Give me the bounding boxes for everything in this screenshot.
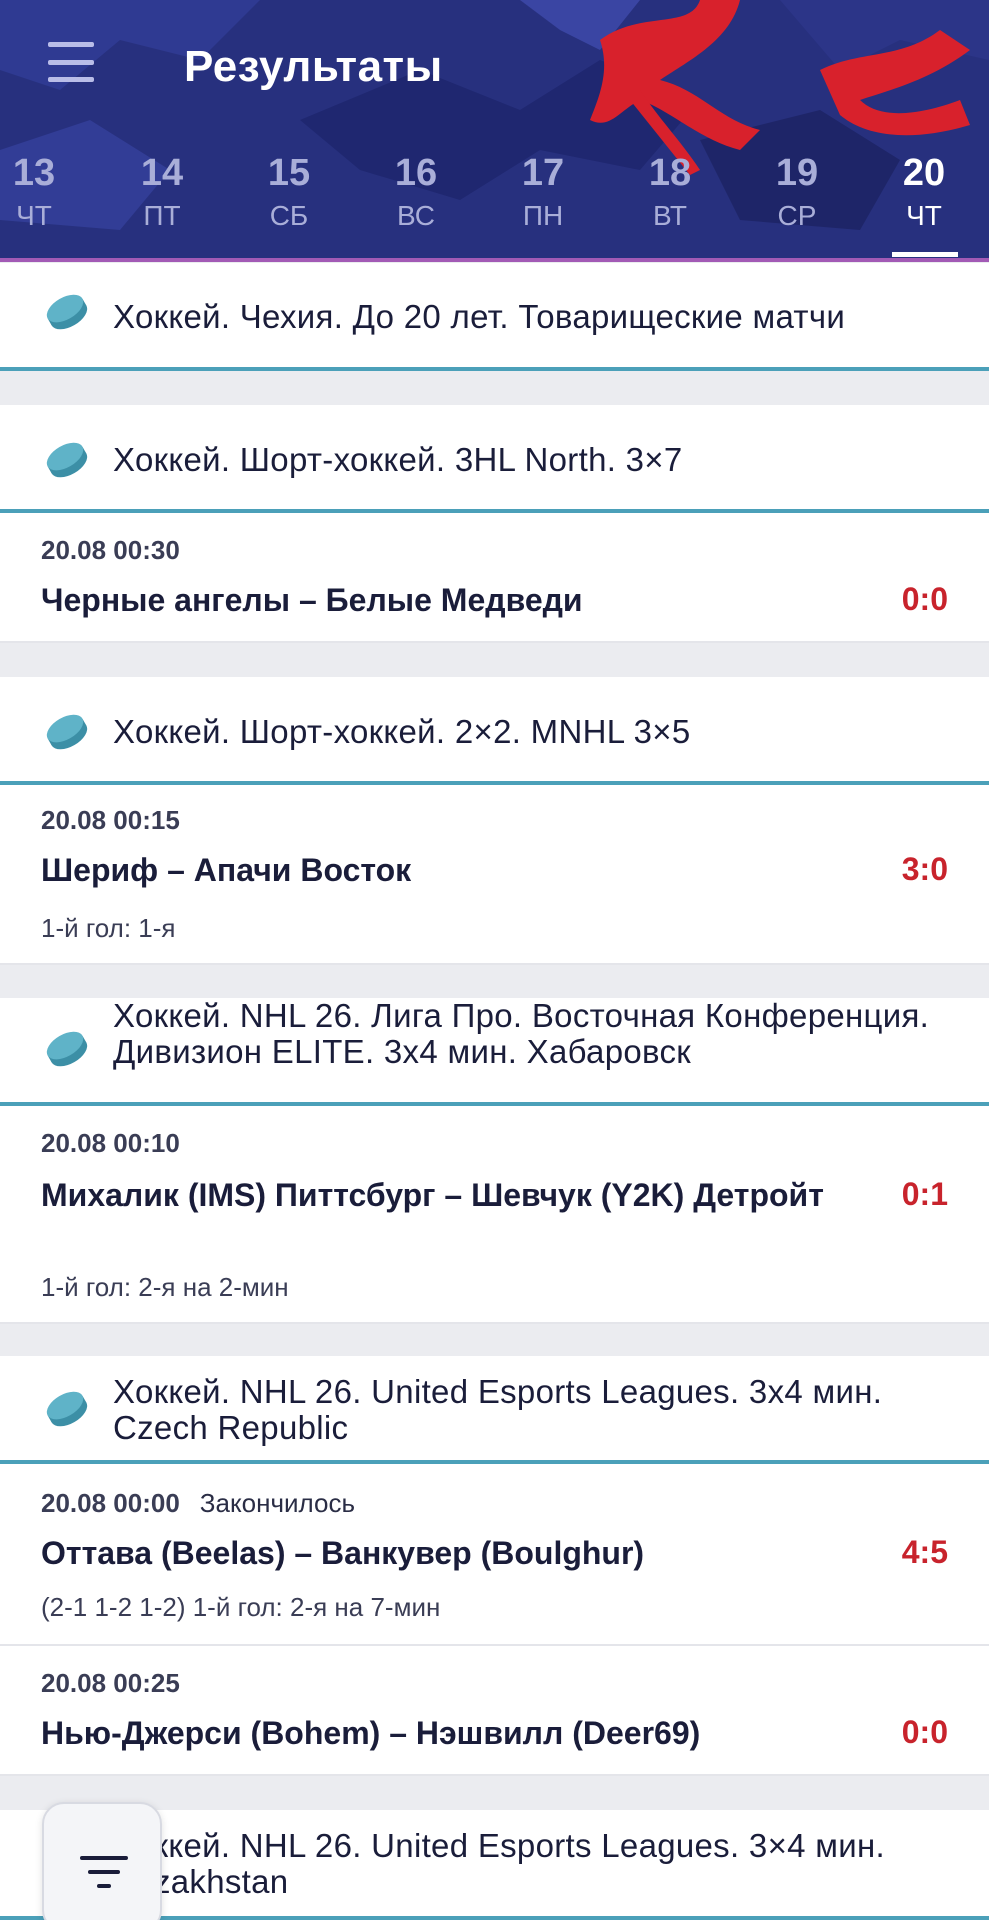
league-title: Хоккей. Шорт-хоккей. 3HL North. 3×7 bbox=[113, 441, 683, 478]
match-row[interactable]: 20.08 00:15 Шериф – Апачи Восток 3:0 1-й… bbox=[0, 785, 989, 965]
day-tab-14[interactable]: 14 ПТ bbox=[114, 150, 210, 236]
page-title: Результаты bbox=[184, 42, 443, 91]
match-row[interactable]: 20.08 00:25 Нью-Джерси (Bohem) – Нэшвилл… bbox=[0, 1646, 989, 1776]
match-time: 20.08 00:10 bbox=[41, 1128, 180, 1158]
day-tab-16[interactable]: 16 ВС bbox=[368, 150, 464, 236]
hockey-puck-icon bbox=[46, 1031, 88, 1067]
match-teams: Михалик (IMS) Питтсбург – Шевчук (Y2K) Д… bbox=[41, 1177, 824, 1213]
match-score: 0:1 bbox=[901, 1176, 948, 1212]
league-header[interactable]: Хоккей. NHL 26. Лига Про. Восточная Конф… bbox=[0, 998, 989, 1106]
match-teams: Шериф – Апачи Восток bbox=[41, 852, 412, 888]
hockey-puck-icon bbox=[46, 714, 88, 750]
league-header[interactable]: Хоккей. Шорт-хоккей. 3HL North. 3×7 bbox=[0, 405, 989, 513]
match-status: Закончилось bbox=[199, 1488, 355, 1518]
header-divider bbox=[0, 258, 989, 262]
league-header[interactable]: Хоккей. Шорт-хоккей. 2×2. MNHL 3×5 bbox=[0, 677, 989, 785]
day-tab-15[interactable]: 15 СБ bbox=[241, 150, 337, 236]
league-header[interactable]: Хоккей. Чехия. До 20 лет. Товарищеские м… bbox=[0, 263, 989, 371]
league-title: Хоккей. NHL 26. United Esports Leagues. … bbox=[113, 1373, 883, 1446]
match-time: 20.08 00:15 bbox=[41, 805, 180, 835]
match-score: 3:0 bbox=[901, 851, 948, 887]
match-teams: Нью-Джерси (Bohem) – Нэшвилл (Deer69) bbox=[41, 1715, 701, 1751]
match-info: 1-й гол: 2-я на 2-мин bbox=[41, 1272, 289, 1302]
day-tab-17[interactable]: 17 ПН bbox=[495, 150, 591, 236]
match-info: 1-й гол: 1-я bbox=[41, 913, 176, 943]
match-time: 20.08 00:30 bbox=[41, 535, 180, 565]
league-title: Хоккей. Чехия. До 20 лет. Товарищеские м… bbox=[113, 298, 846, 335]
date-selector: 13 ЧТ 14 ПТ 15 СБ 16 ВС 17 ПН 18 ВТ 19 С… bbox=[0, 150, 989, 262]
hockey-puck-icon bbox=[46, 1391, 88, 1427]
league-title: Хоккей. NHL 26. Лига Про. Восточная Конф… bbox=[113, 998, 930, 1070]
hockey-puck-icon bbox=[46, 294, 88, 330]
header: Результаты 13 ЧТ 14 ПТ 15 СБ 16 ВС 17 ПН… bbox=[0, 0, 989, 262]
league-header[interactable]: Хоккей. NHL 26. United Esports Leagues. … bbox=[0, 1356, 989, 1464]
menu-icon[interactable] bbox=[48, 42, 94, 82]
match-info: (2-1 1-2 1-2) 1-й гол: 2-я на 7-мин bbox=[41, 1592, 441, 1622]
day-tab-18[interactable]: 18 ВТ bbox=[622, 150, 718, 236]
day-tab-13[interactable]: 13 ЧТ bbox=[0, 150, 82, 236]
match-row[interactable]: 20.08 00:30 Черные ангелы – Белые Медвед… bbox=[0, 513, 989, 643]
hockey-puck-icon bbox=[46, 442, 88, 478]
match-time: 20.08 00:25 bbox=[41, 1668, 180, 1698]
active-day-indicator bbox=[892, 252, 958, 257]
match-score: 4:5 bbox=[901, 1534, 948, 1570]
match-teams: Оттава (Beelas) – Ванкувер (Boulghur) bbox=[41, 1535, 645, 1571]
match-score: 0:0 bbox=[901, 1714, 948, 1750]
match-row[interactable]: 20.08 00:10 Михалик (IMS) Питтсбург – Ше… bbox=[0, 1106, 989, 1324]
league-title: Хоккей. Шорт-хоккей. 2×2. MNHL 3×5 bbox=[113, 713, 691, 750]
day-tab-19[interactable]: 19 СР bbox=[749, 150, 845, 236]
league-title: Хоккей. NHL 26. United Esports Leagues. … bbox=[113, 1827, 885, 1900]
match-row[interactable]: 20.08 00:00 Закончилось Оттава (Beelas) –… bbox=[0, 1464, 989, 1646]
match-teams: Черные ангелы – Белые Медведи bbox=[41, 582, 583, 618]
filter-button[interactable] bbox=[42, 1802, 162, 1920]
day-tab-20[interactable]: 20 ЧТ bbox=[876, 150, 972, 236]
match-score: 0:0 bbox=[901, 581, 948, 617]
match-time: 20.08 00:00 Закончилось bbox=[41, 1488, 355, 1518]
